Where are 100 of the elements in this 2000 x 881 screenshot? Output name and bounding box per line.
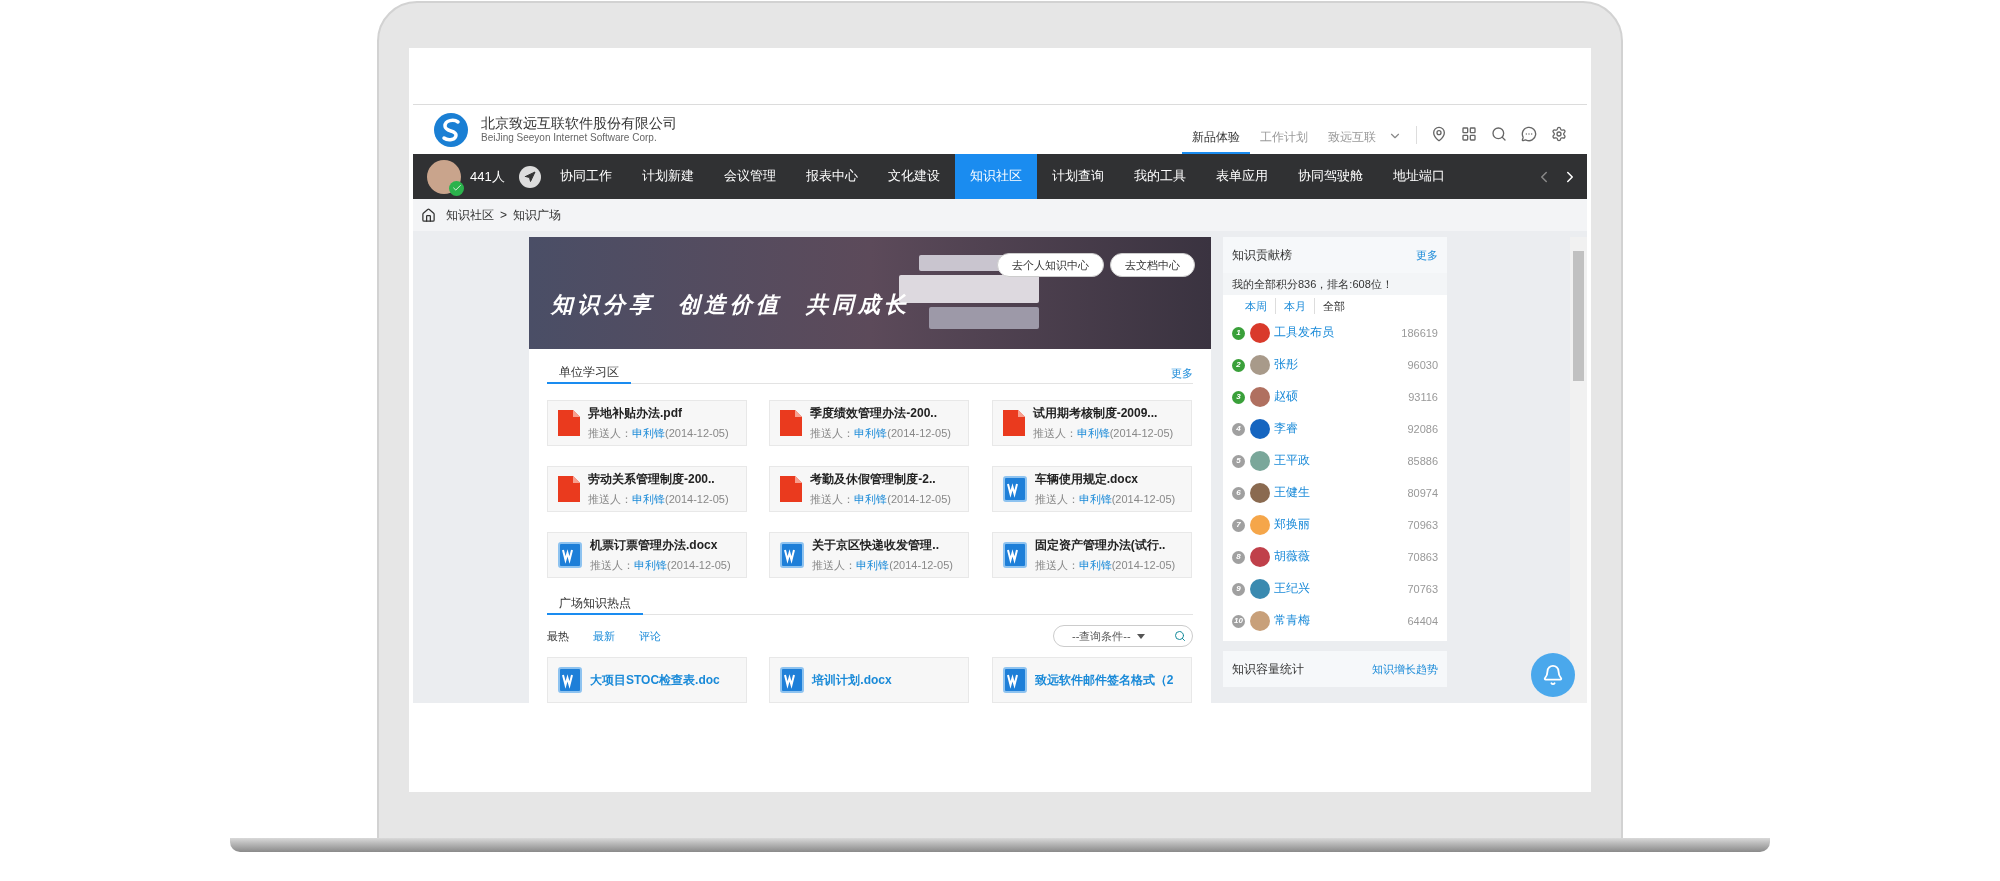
nav-tab[interactable]: 地址端口 xyxy=(1377,154,1460,199)
home-icon[interactable] xyxy=(421,207,436,223)
message-icon[interactable] xyxy=(1521,125,1537,142)
document-card[interactable]: 机票订票管理办法.docx 推送人：申利锋(2014-12-05) xyxy=(547,532,747,578)
document-card[interactable]: 关于京区快递收发管理.. 推送人：申利锋(2014-12-05) xyxy=(769,532,970,578)
user-name-link[interactable]: 郑换丽 xyxy=(1274,516,1408,534)
period-tab[interactable]: 本月 xyxy=(1275,297,1314,315)
filter-tab[interactable]: 评论 xyxy=(639,627,661,645)
pusher-label: 推送人： xyxy=(1034,492,1079,508)
word-file-icon xyxy=(780,667,805,693)
pusher-link[interactable]: 申利锋 xyxy=(856,557,890,574)
document-card[interactable]: 大项目STOC检查表.doc xyxy=(547,657,747,703)
banner-button[interactable]: 去个人知识中心 xyxy=(997,253,1104,277)
pusher-link[interactable]: 申利锋 xyxy=(632,425,665,442)
breadcrumb-item[interactable]: 知识社区 xyxy=(446,206,494,224)
document-title[interactable]: 关于京区快递收发管理.. xyxy=(812,536,953,555)
more-link[interactable]: 更多 xyxy=(1416,246,1438,264)
document-card[interactable]: 异地补贴办法.pdf 推送人：申利锋(2014-12-05) xyxy=(547,400,747,446)
filter-tab[interactable]: 最新 xyxy=(593,627,615,645)
document-card[interactable]: 培训计划.docx xyxy=(769,657,970,703)
breadcrumb-item: > xyxy=(500,207,507,224)
user-name-link[interactable]: 常青梅 xyxy=(1274,612,1408,630)
user-name-link[interactable]: 胡薇薇 xyxy=(1274,548,1408,566)
user-name-link[interactable]: 王健生 xyxy=(1274,484,1408,502)
pusher-link[interactable]: 申利锋 xyxy=(854,491,888,508)
pusher-label: 推送人： xyxy=(588,492,632,508)
pusher-label: 推送人： xyxy=(1032,426,1077,442)
nav-tab[interactable]: 计划新建 xyxy=(626,154,709,199)
document-card[interactable]: 劳动关系管理制度-200.. 推送人：申利锋(2014-12-05) xyxy=(547,466,747,512)
nav-tab[interactable]: 文化建设 xyxy=(872,154,955,199)
document-title[interactable]: 固定资产管理办法(试行.. xyxy=(1034,536,1176,555)
rank-badge: 1 xyxy=(1232,326,1245,340)
document-card[interactable]: 季度绩效管理办法-200.. 推送人：申利锋(2014-12-05) xyxy=(769,400,970,446)
scrollbar-thumb[interactable] xyxy=(1573,251,1584,381)
user-name-link[interactable]: 赵硕 xyxy=(1274,388,1409,406)
nav-tab[interactable]: 计划查询 xyxy=(1036,154,1119,199)
arrow-icon xyxy=(523,170,536,183)
user-name-link[interactable]: 李睿 xyxy=(1274,420,1408,438)
document-title[interactable]: 车辆使用规定.docx xyxy=(1034,470,1176,489)
pusher-link[interactable]: 申利锋 xyxy=(634,557,667,574)
score-text: 96030 xyxy=(1407,357,1438,373)
period-tab[interactable]: 全部 xyxy=(1314,297,1353,315)
user-name-link[interactable]: 王纪兴 xyxy=(1274,580,1408,598)
nav-tab[interactable]: 会议管理 xyxy=(708,154,791,199)
document-title[interactable]: 考勤及休假管理制度-2.. xyxy=(810,470,951,489)
nav-tab[interactable]: 协同驾驶舱 xyxy=(1282,154,1378,199)
document-card[interactable]: 试用期考核制度-2009... 推送人：申利锋(2014-12-05) xyxy=(991,400,1192,446)
panel-title: 知识容量统计 xyxy=(1232,661,1304,678)
document-card[interactable]: 致远软件邮件签名格式（2 xyxy=(991,657,1192,703)
document-title[interactable]: 大项目STOC检查表.doc xyxy=(590,671,720,689)
pusher-link[interactable]: 申利锋 xyxy=(1078,491,1112,508)
nav-tab[interactable]: 报表中心 xyxy=(790,154,873,199)
document-title[interactable]: 异地补贴办法.pdf xyxy=(588,404,729,423)
notification-button[interactable] xyxy=(1531,653,1575,697)
rank-badge: 8 xyxy=(1232,550,1245,564)
score-text: 70963 xyxy=(1407,517,1438,533)
document-title[interactable]: 培训计划.docx xyxy=(812,671,892,689)
banner-button[interactable]: 去文档中心 xyxy=(1110,253,1195,277)
pusher-link[interactable]: 申利锋 xyxy=(854,425,888,442)
document-title[interactable]: 季度绩效管理办法-200.. xyxy=(810,404,951,423)
document-card[interactable]: 车辆使用规定.docx 推送人：申利锋(2014-12-05) xyxy=(991,466,1192,512)
user-name-link[interactable]: 王平政 xyxy=(1274,452,1408,470)
document-card[interactable]: 考勤及休假管理制度-2.. 推送人：申利锋(2014-12-05) xyxy=(769,466,970,512)
user-name-link[interactable]: 工具发布员 xyxy=(1274,324,1402,342)
score-text: 64404 xyxy=(1407,613,1438,629)
score-text: 70763 xyxy=(1407,581,1438,597)
rank-badge: 3 xyxy=(1232,390,1245,404)
breadcrumb-item[interactable]: 知识广场 xyxy=(513,206,561,224)
search-icon[interactable] xyxy=(1174,630,1186,642)
pdf-file-icon xyxy=(558,476,580,502)
more-link[interactable]: 更多 xyxy=(1171,364,1193,383)
user-name-link[interactable]: 张彤 xyxy=(1274,356,1408,374)
my-score-text: 我的全部积分836，排名:608位！ xyxy=(1223,273,1447,295)
nav-tab[interactable]: 协同工作 xyxy=(544,154,627,199)
push-date: (2014-12-05) xyxy=(1111,558,1176,574)
word-file-icon xyxy=(1002,667,1027,693)
filter-tab[interactable]: 最热 xyxy=(547,627,569,645)
panel-title: 知识贡献榜 xyxy=(1232,247,1292,264)
location-icon[interactable] xyxy=(1431,125,1447,142)
document-title[interactable]: 致远软件邮件签名格式（2 xyxy=(1034,671,1174,689)
push-date: (2014-12-05) xyxy=(887,426,951,442)
pusher-link[interactable]: 申利锋 xyxy=(1078,557,1112,574)
search-icon[interactable] xyxy=(1491,125,1507,142)
banner-slogan: 知识分享 创造价值 共同成长 xyxy=(551,289,910,319)
nav-tab[interactable]: 我的工具 xyxy=(1118,154,1201,199)
rank-badge: 10 xyxy=(1232,614,1245,628)
scrollbar[interactable] xyxy=(1570,237,1587,703)
trend-link[interactable]: 知识增长趋势 xyxy=(1372,660,1438,678)
period-tab[interactable]: 本周 xyxy=(1237,297,1275,315)
document-title[interactable]: 劳动关系管理制度-200.. xyxy=(588,470,729,489)
document-card[interactable]: 固定资产管理办法(试行.. 推送人：申利锋(2014-12-05) xyxy=(991,532,1192,578)
pusher-link[interactable]: 申利锋 xyxy=(632,491,665,508)
pusher-label: 推送人： xyxy=(810,492,855,508)
nav-tab[interactable]: 表单应用 xyxy=(1200,154,1283,199)
pusher-link[interactable]: 申利锋 xyxy=(1076,425,1110,442)
document-title[interactable]: 试用期考核制度-2009... xyxy=(1032,404,1174,423)
apps-grid-icon[interactable] xyxy=(1461,125,1477,142)
user-avatar[interactable] xyxy=(427,159,461,194)
document-title[interactable]: 机票订票管理办法.docx xyxy=(590,536,731,555)
settings-icon[interactable] xyxy=(1551,125,1567,142)
